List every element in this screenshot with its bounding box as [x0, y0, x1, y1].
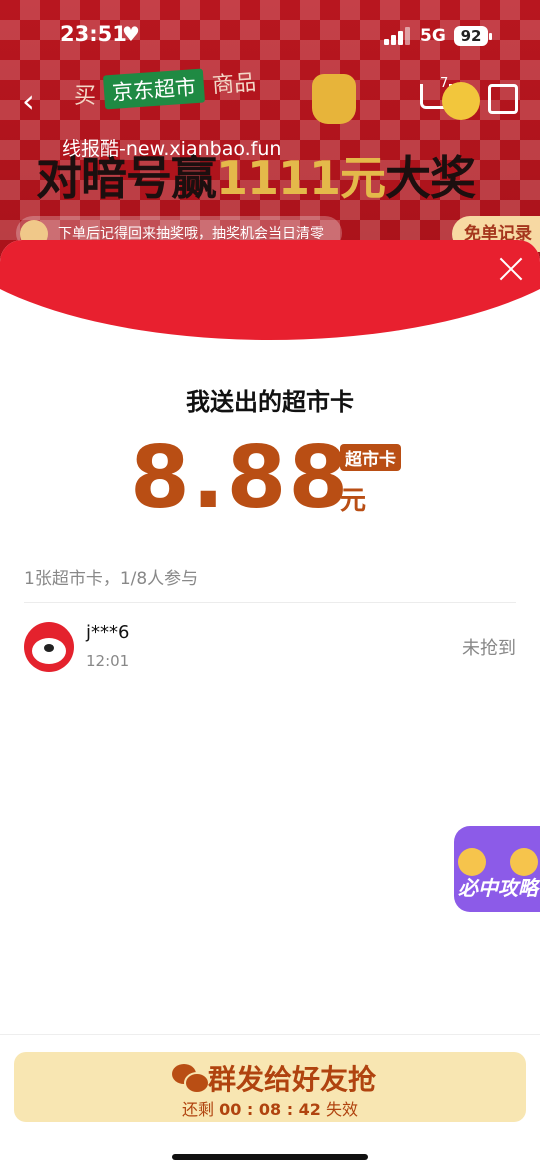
participant-status: 未抢到 — [462, 638, 516, 659]
share-to-friends-button[interactable]: 群发给好友抢 还剩 00 : 08 : 42 失效 — [14, 1052, 526, 1122]
strategy-label: 必中攻略 — [458, 876, 538, 900]
sheet-red-header — [0, 240, 540, 340]
watermark-text: 线报酷-new.xianbao.fun — [62, 138, 282, 160]
wechat-icon — [172, 1064, 210, 1094]
card-type-tag: 超市卡 — [340, 444, 401, 471]
countdown-text: 还剩 00 : 08 : 42 失效 — [14, 1096, 526, 1120]
participation-summary: 1张超市卡，1/8人参与 — [24, 569, 199, 589]
avatar — [24, 622, 74, 672]
thumbs-up-icon — [312, 74, 356, 124]
status-bar: 23:51 ♥ 5G 92 — [0, 20, 540, 54]
cta-label: 群发给好友抢 — [208, 1063, 377, 1096]
countdown-value: 00 : 08 : 42 — [219, 1100, 321, 1119]
sheet-title: 我送出的超市卡 — [186, 388, 354, 416]
card-amount: 8.88 — [130, 428, 351, 528]
footer-divider — [0, 1034, 540, 1035]
countdown-suffix: 失效 — [326, 1100, 359, 1119]
back-arrow-icon[interactable]: ‹ — [22, 82, 35, 120]
battery-level: 92 — [454, 26, 492, 46]
countdown-prefix: 还剩 — [181, 1100, 214, 1119]
heart-icon: ♥ — [122, 22, 140, 46]
headline-text-b: 大奖 — [385, 151, 476, 205]
top-nav: ‹ 买 京东超市 商品 7 — [0, 66, 540, 136]
participant-time: 12:01 — [86, 652, 130, 670]
buy-prefix-text: 买 — [74, 84, 97, 109]
participant-name: j***6 — [86, 622, 130, 643]
buy-suffix-text: 商品 — [211, 70, 258, 99]
close-icon[interactable] — [498, 256, 524, 282]
share-icon[interactable] — [488, 84, 518, 114]
network-type: 5G — [420, 26, 446, 46]
list-item: j***6 12:01 未抢到 — [0, 618, 540, 678]
status-time: 23:51 — [60, 22, 127, 46]
divider — [24, 602, 516, 603]
currency-unit: 元 — [340, 486, 367, 516]
gift-card-sheet: 我送出的超市卡 8.88 超市卡 元 1张超市卡，1/8人参与 j***6 12… — [0, 240, 540, 1170]
home-indicator[interactable] — [172, 1154, 368, 1160]
signal-icon — [384, 27, 412, 45]
mascot-nose-icon — [44, 644, 54, 652]
jd-supermarket-badge: 京东超市 — [102, 68, 206, 110]
smiley-icon — [442, 82, 480, 120]
strategy-floating-button[interactable]: 必中攻略 — [454, 826, 540, 912]
